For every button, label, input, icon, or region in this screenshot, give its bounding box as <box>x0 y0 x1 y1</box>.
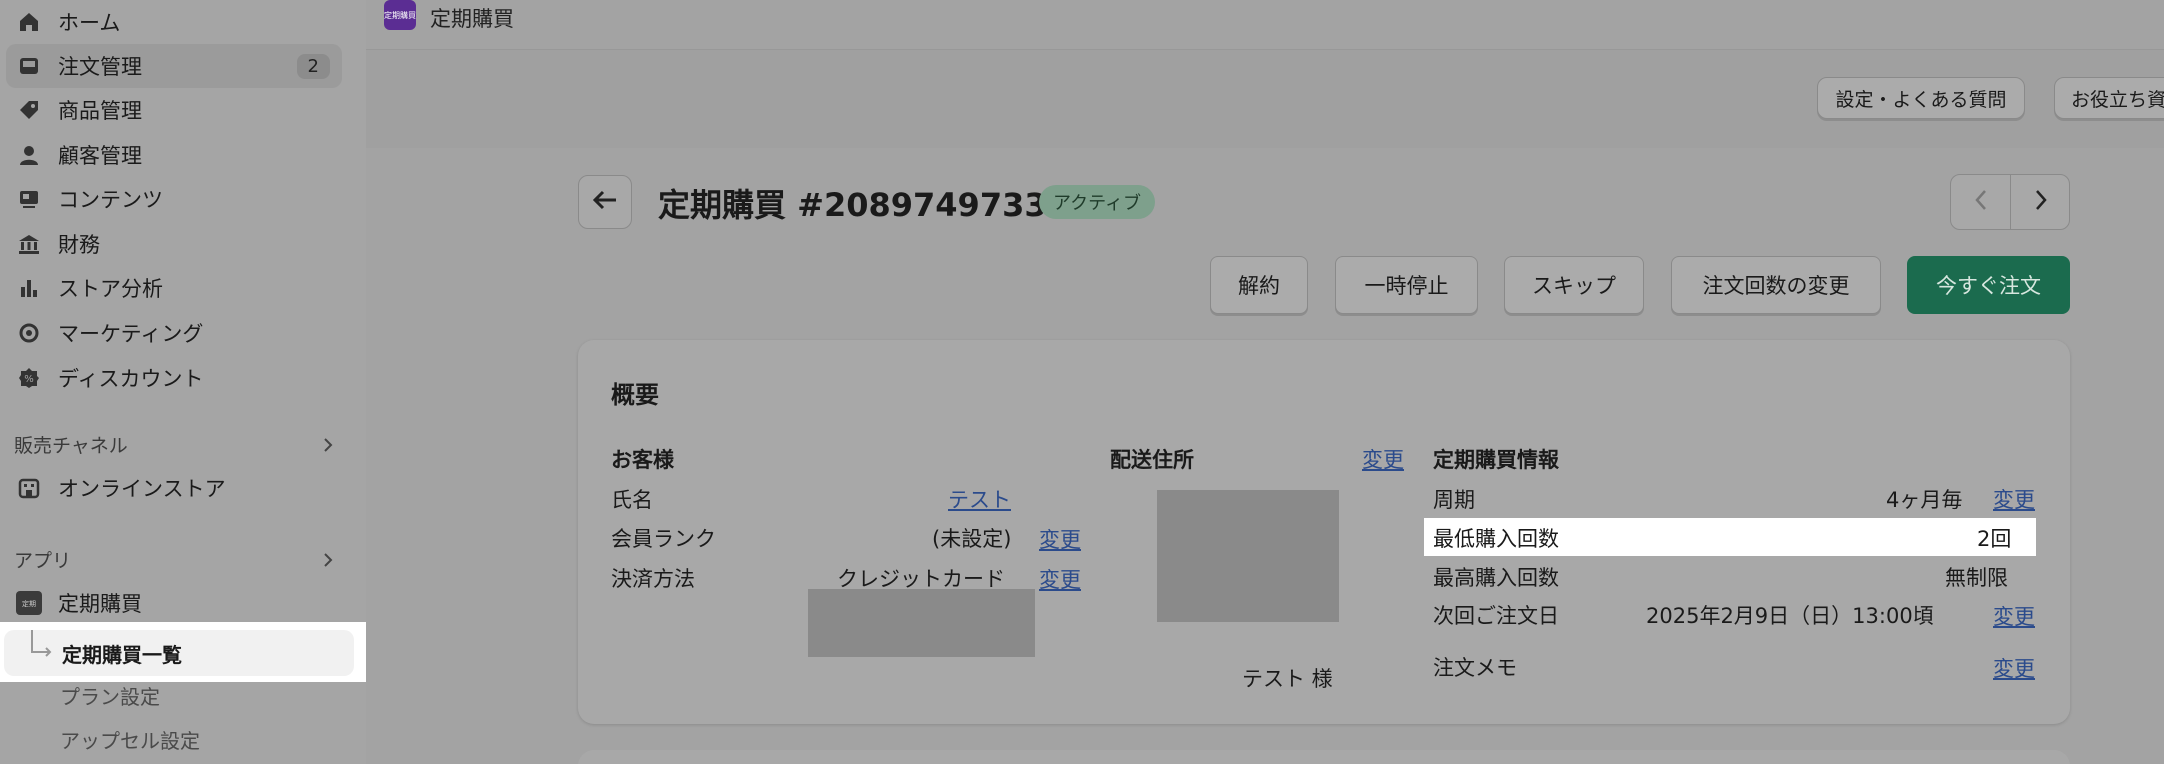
sidebar-item-label: ホーム <box>58 11 121 35</box>
skip-button[interactable]: スキップ <box>1504 256 1644 314</box>
recipient-name: テスト 様 <box>1242 667 1333 691</box>
sidebar-item-customers[interactable]: 顧客管理 <box>0 133 366 177</box>
bar-chart-icon <box>16 275 42 301</box>
payment-label: 決済方法 <box>611 567 695 591</box>
sidebar-item-label: 定期購買 <box>58 592 142 616</box>
chevron-right-icon[interactable] <box>320 552 336 568</box>
redacted-address-block <box>1157 490 1339 622</box>
rank-change-link[interactable]: 変更 <box>1039 524 1081 554</box>
app-title: 定期購買 <box>430 7 514 31</box>
app-topbar: 定期購買 定期購買 <box>366 0 2164 50</box>
chevron-right-icon <box>2034 189 2048 215</box>
min-count-label: 最低購入回数 <box>1433 527 1559 551</box>
sidebar-subitem-list[interactable]: 定期購買一覧 <box>0 622 366 682</box>
settings-faq-button[interactable]: 設定・よくある質問 <box>1817 77 2025 119</box>
sidebar-subitem-upsell[interactable]: アップセル設定 <box>60 725 200 754</box>
order-memo-change-link[interactable]: 変更 <box>1993 653 2035 683</box>
chevron-left-icon <box>1974 189 1988 215</box>
pager <box>1950 174 2070 230</box>
page-title: 定期購買 #20897497332 <box>658 186 1069 224</box>
sidebar-item-label: コンテンツ <box>58 188 163 212</box>
home-icon <box>16 9 42 35</box>
sidebar-item-content[interactable]: コンテンツ <box>0 177 366 221</box>
target-icon <box>16 320 42 346</box>
sidebar-item-analytics[interactable]: ストア分析 <box>0 266 366 310</box>
sales-channel-heading: 販売チャネル <box>14 435 128 457</box>
name-label: 氏名 <box>611 488 653 512</box>
next-order-date-value: 2025年2月9日（日）13:00頃 <box>1646 604 1934 628</box>
overview-title: 概要 <box>611 381 659 409</box>
sidebar-item-label: 顧客管理 <box>58 144 142 168</box>
subscription-info-heading: 定期購買情報 <box>1433 448 1559 472</box>
sidebar-item-discounts[interactable]: % ディスカウント <box>0 356 366 400</box>
tag-icon <box>16 97 42 123</box>
chevron-right-icon[interactable] <box>320 437 336 453</box>
cycle-change-link[interactable]: 変更 <box>1993 484 2035 514</box>
content-icon <box>16 186 42 212</box>
sidebar: ホーム 注文管理 2 商品管理 顧客管理 コンテンツ 財務 ストア分析 マーケテ… <box>0 0 366 764</box>
change-order-count-button[interactable]: 注文回数の変更 <box>1671 256 1881 314</box>
rank-label: 会員ランク <box>611 527 716 551</box>
order-count-badge: 2 <box>296 53 330 79</box>
min-count-value: 2回 <box>1977 527 2012 551</box>
arrow-left-icon <box>592 189 618 215</box>
app-logo-text: 定期購買 <box>384 10 416 20</box>
customer-heading: お客様 <box>611 448 674 472</box>
sidebar-item-label: ストア分析 <box>58 277 163 301</box>
sidebar-item-online-store[interactable]: オンラインストア <box>0 466 366 510</box>
next-order-date-label: 次回ご注文日 <box>1433 604 1559 628</box>
sidebar-item-orders[interactable]: 注文管理 2 <box>6 44 342 88</box>
sidebar-item-label: 商品管理 <box>58 99 142 123</box>
app-icon: 定期 <box>16 590 42 616</box>
tree-branch-icon <box>28 630 54 664</box>
cancel-subscription-button[interactable]: 解約 <box>1210 256 1308 314</box>
store-icon <box>16 475 42 501</box>
status-badge: アクティブ <box>1039 185 1156 219</box>
customer-name-link[interactable]: テスト <box>948 484 1011 514</box>
next-order-date-change-link[interactable]: 変更 <box>1993 601 2035 631</box>
discount-icon: % <box>16 365 42 391</box>
max-count-value: 無制限 <box>1945 566 2008 590</box>
sidebar-item-label: ディスカウント <box>58 367 204 391</box>
pause-button[interactable]: 一時停止 <box>1335 256 1478 314</box>
max-count-label: 最高購入回数 <box>1433 566 1559 590</box>
order-memo-label: 注文メモ <box>1433 656 1517 680</box>
sidebar-item-marketing[interactable]: マーケティング <box>0 311 366 355</box>
svg-text:%: % <box>24 374 34 385</box>
bank-icon <box>16 231 42 257</box>
rank-value: (未設定) <box>932 527 1012 551</box>
sidebar-item-subscription-app[interactable]: 定期 定期購買 <box>0 581 366 625</box>
sidebar-item-label: オンラインストア <box>58 477 226 501</box>
redacted-payment-block <box>808 589 1035 657</box>
sidebar-item-finance[interactable]: 財務 <box>0 222 366 266</box>
sidebar-item-label: マーケティング <box>58 322 204 346</box>
shipping-change-link[interactable]: 変更 <box>1362 444 1404 474</box>
sidebar-subitem-label: 定期購買一覧 <box>62 643 182 667</box>
payment-change-link[interactable]: 変更 <box>1039 564 1081 594</box>
apps-heading: アプリ <box>14 550 72 572</box>
svg-text:定期: 定期 <box>22 599 36 608</box>
sidebar-subitem-plan[interactable]: プラン設定 <box>60 681 160 710</box>
cycle-value: 4ヶ月毎 <box>1886 488 1963 512</box>
cycle-label: 周期 <box>1433 488 1475 512</box>
order-now-button[interactable]: 今すぐ注文 <box>1907 256 2070 314</box>
resources-button[interactable]: お役立ち資 <box>2054 77 2164 119</box>
previous-button[interactable] <box>1951 175 2010 229</box>
next-card <box>578 750 2070 764</box>
sidebar-item-home[interactable]: ホーム <box>0 0 366 44</box>
back-button[interactable] <box>578 175 632 229</box>
app-logo: 定期購買 <box>384 0 416 30</box>
sidebar-item-label: 財務 <box>58 233 100 257</box>
person-icon <box>16 142 42 168</box>
shipping-heading: 配送住所 <box>1110 448 1194 472</box>
next-button[interactable] <box>2011 175 2070 229</box>
sidebar-item-products[interactable]: 商品管理 <box>0 88 366 132</box>
sidebar-item-label: 注文管理 <box>58 55 142 79</box>
inbox-icon <box>16 53 42 79</box>
